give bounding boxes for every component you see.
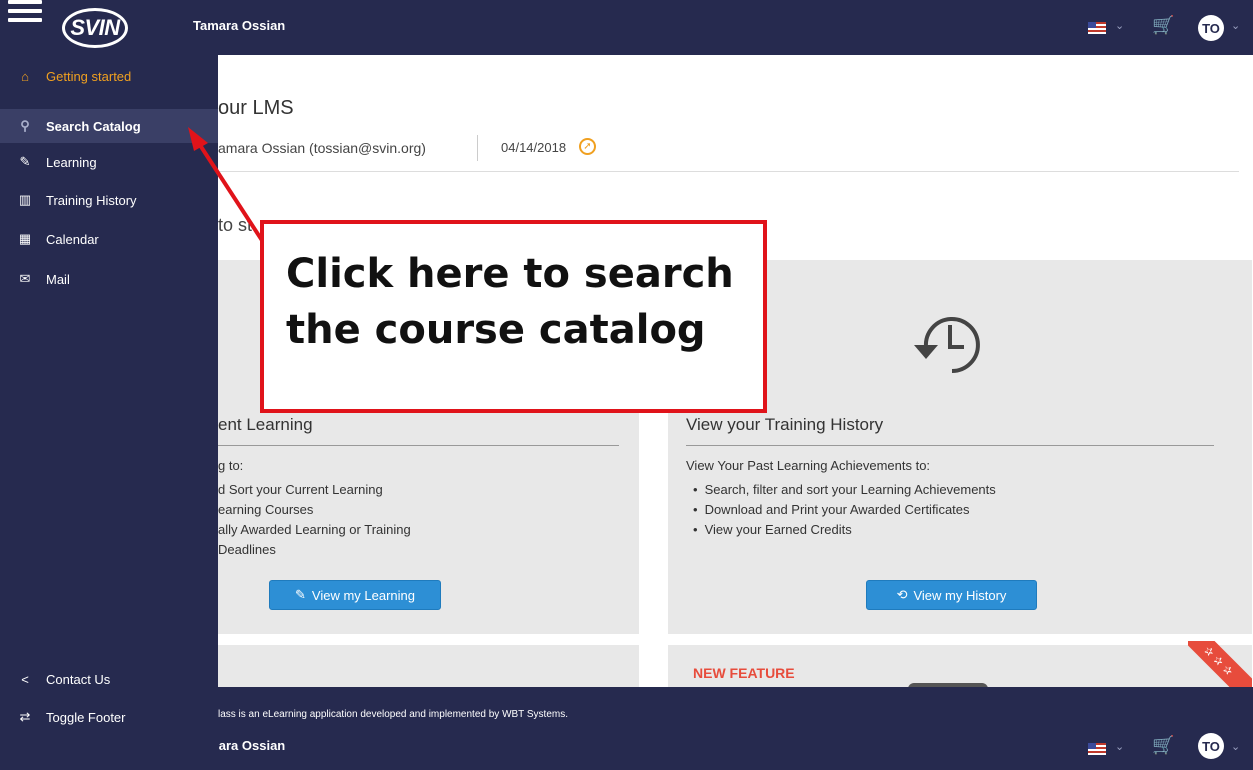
user-info: amara Ossian (tossian@svin.org): [218, 140, 426, 156]
sidebar-item-label: Mail: [46, 271, 70, 287]
sidebar-item-mail[interactable]: ✉ Mail: [0, 262, 218, 296]
footer-text: lass is an eLearning application develop…: [218, 709, 569, 720]
lower-left-card: [218, 645, 639, 687]
list-item: earning Courses: [218, 502, 314, 517]
history-icon: ⟲: [896, 587, 908, 602]
sidebar-item-getting-started[interactable]: ⌂ Getting started: [0, 59, 218, 93]
view-my-history-button[interactable]: ⟲ View my History: [866, 580, 1037, 610]
svin-logo[interactable]: SVIN: [62, 8, 128, 48]
divider: [218, 171, 1239, 172]
hamburger-menu-icon[interactable]: [8, 0, 42, 28]
edit-icon: ✎: [19, 154, 31, 169]
us-flag-icon[interactable]: [1088, 743, 1106, 755]
history-icon: ▥: [18, 192, 32, 207]
current-date: 04/14/2018: [501, 140, 567, 155]
sidebar-item-training-history[interactable]: ▥ Training History: [0, 183, 218, 217]
card-title: View your Training History: [686, 415, 884, 434]
sidebar-item-label: Calendar: [46, 231, 99, 247]
card-intro: g to:: [218, 458, 244, 473]
view-my-learning-button[interactable]: ✎ View my Learning: [269, 580, 441, 610]
share-icon: <: [21, 671, 29, 687]
ribbon: ✰✰✰: [1188, 641, 1252, 687]
new-feature-label: NEW FEATURE: [693, 665, 795, 681]
divider: [686, 445, 1214, 446]
card-list: Search, filter and sort your Learning Ac…: [693, 480, 996, 540]
star-icon: ✰✰✰: [1188, 641, 1252, 687]
header-username: Tamara Ossian: [193, 18, 286, 33]
home-icon: ⌂: [21, 68, 29, 84]
search-icon: ⚲: [20, 118, 30, 133]
annotation-callout: Click here to search the course catalog: [260, 220, 767, 413]
list-item: View your Earned Credits: [693, 520, 996, 540]
cart-icon[interactable]: 🛒: [1152, 735, 1174, 756]
divider: [218, 445, 619, 446]
sidebar-item-label: Learning: [46, 154, 97, 170]
card-intro: View Your Past Learning Achievements to:: [686, 458, 931, 473]
cart-icon[interactable]: 🛒: [1152, 15, 1174, 36]
mail-icon: ✉: [19, 271, 31, 286]
avatar[interactable]: TO: [1198, 15, 1224, 41]
edit-icon: ✎: [295, 587, 306, 602]
sidebar: ⌂ Getting started ⚲ Search Catalog ✎ Lea…: [0, 55, 218, 770]
button-label: View my Learning: [311, 587, 415, 603]
sidebar-item-learning[interactable]: ✎ Learning: [0, 145, 218, 179]
sidebar-item-contact-us[interactable]: < Contact Us: [0, 662, 218, 696]
us-flag-icon[interactable]: [1088, 22, 1106, 34]
footer: lass is an eLearning application develop…: [218, 687, 1253, 770]
list-item: ally Awarded Learning or Training: [218, 522, 411, 537]
sidebar-item-label: Getting started: [46, 68, 132, 84]
list-item: Deadlines: [218, 542, 276, 557]
clock-icon[interactable]: ➚: [579, 138, 596, 155]
section-heading: to st: [218, 215, 253, 235]
sidebar-item-label: Training History: [46, 192, 137, 208]
chevron-down-icon[interactable]: ⌄: [1115, 740, 1124, 753]
sidebar-item-toggle-footer[interactable]: ⇄ Toggle Footer: [0, 700, 218, 734]
chevron-down-icon[interactable]: ⌄: [1231, 19, 1240, 32]
divider: [477, 135, 478, 161]
history-icon: [914, 317, 980, 373]
sidebar-item-label: Search Catalog: [46, 118, 141, 134]
page-title: our LMS: [218, 97, 294, 119]
avatar[interactable]: TO: [1198, 733, 1224, 759]
top-header: SVIN Tamara Ossian ⌄ 🛒 TO ⌄: [0, 0, 1253, 55]
list-item: Download and Print your Awarded Certific…: [693, 500, 996, 520]
sidebar-item-search-catalog[interactable]: ⚲ Search Catalog: [0, 109, 218, 143]
list-item: Search, filter and sort your Learning Ac…: [693, 480, 996, 500]
list-item: d Sort your Current Learning: [218, 482, 383, 497]
calendar-icon: ▦: [18, 231, 32, 246]
sidebar-item-label: Toggle Footer: [46, 709, 126, 725]
new-feature-card: NEW FEATURE ✰✰✰: [668, 641, 1252, 687]
swap-icon: ⇄: [19, 709, 31, 724]
card-list: d Sort your Current Learning earning Cou…: [218, 480, 411, 560]
annotation-text: Click here to search the course catalog: [286, 246, 734, 358]
annotation-line: the course catalog: [286, 307, 706, 353]
button-label: View my History: [913, 587, 1007, 603]
card-title: ent Learning: [218, 415, 313, 434]
sidebar-item-label: Contact Us: [46, 671, 111, 687]
chevron-down-icon[interactable]: ⌄: [1115, 19, 1124, 32]
sidebar-item-calendar[interactable]: ▦ Calendar: [0, 222, 218, 256]
annotation-line: Click here to search: [286, 251, 734, 297]
chevron-down-icon[interactable]: ⌄: [1231, 740, 1240, 753]
